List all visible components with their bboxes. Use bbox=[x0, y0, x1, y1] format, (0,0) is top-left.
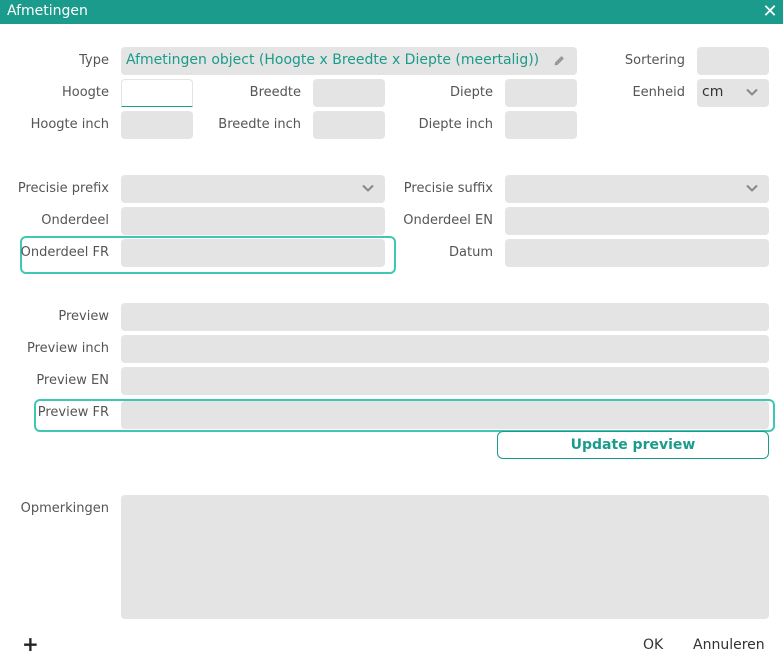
preview-en-field[interactable] bbox=[121, 367, 769, 395]
eenheid-select[interactable]: cm bbox=[697, 79, 769, 107]
annuleren-button[interactable]: Annuleren bbox=[693, 637, 765, 653]
hoogte-inch-label: Hoogte inch bbox=[30, 117, 109, 132]
chevron-down-icon bbox=[746, 184, 758, 192]
onderdeel-label: Onderdeel bbox=[41, 213, 109, 228]
preview-inch-label: Preview inch bbox=[27, 341, 109, 356]
hoogte-label: Hoogte bbox=[61, 85, 109, 100]
chevron-down-icon bbox=[746, 88, 758, 96]
opmerkingen-label: Opmerkingen bbox=[20, 501, 109, 516]
preview-fr-field[interactable] bbox=[121, 401, 769, 429]
window-title: Afmetingen bbox=[7, 3, 88, 19]
diepte-inch-input[interactable] bbox=[505, 111, 577, 139]
hoogte-inch-input[interactable] bbox=[121, 111, 193, 139]
datum-input[interactable] bbox=[505, 239, 769, 267]
type-value: Afmetingen object (Hoogte x Breedte x Di… bbox=[126, 52, 540, 68]
onderdeel-fr-input[interactable] bbox=[121, 239, 385, 267]
update-preview-button[interactable]: Update preview bbox=[497, 431, 769, 459]
diepte-label: Diepte bbox=[450, 85, 493, 100]
breedte-label: Breedte bbox=[249, 85, 301, 100]
onderdeel-en-label: Onderdeel EN bbox=[403, 213, 493, 228]
eenheid-label: Eenheid bbox=[632, 85, 685, 100]
opmerkingen-textarea[interactable] bbox=[121, 495, 769, 619]
datum-label: Datum bbox=[449, 245, 493, 260]
pencil-icon[interactable] bbox=[553, 54, 566, 67]
onderdeel-input[interactable] bbox=[121, 207, 385, 235]
preview-field[interactable] bbox=[121, 303, 769, 331]
precisie-prefix-label: Precisie prefix bbox=[17, 181, 109, 196]
preview-inch-field[interactable] bbox=[121, 335, 769, 363]
diepte-inch-label: Diepte inch bbox=[418, 117, 493, 132]
diepte-input[interactable] bbox=[505, 79, 577, 107]
onderdeel-fr-label: Onderdeel FR bbox=[20, 245, 109, 260]
title-bar: Afmetingen ✕ bbox=[0, 0, 783, 24]
type-field[interactable]: Afmetingen object (Hoogte x Breedte x Di… bbox=[121, 47, 577, 75]
preview-label: Preview bbox=[58, 309, 109, 324]
plus-icon[interactable]: + bbox=[22, 632, 39, 656]
onderdeel-en-input[interactable] bbox=[505, 207, 769, 235]
eenheid-value: cm bbox=[702, 84, 724, 100]
precisie-suffix-label: Precisie suffix bbox=[403, 181, 493, 196]
breedte-inch-input[interactable] bbox=[313, 111, 385, 139]
breedte-input[interactable] bbox=[313, 79, 385, 107]
preview-fr-label: Preview FR bbox=[37, 405, 109, 420]
hoogte-input[interactable] bbox=[121, 79, 193, 107]
precisie-prefix-select[interactable] bbox=[121, 175, 385, 203]
chevron-down-icon bbox=[362, 184, 374, 192]
ok-button[interactable]: OK bbox=[643, 637, 663, 653]
sortering-field[interactable] bbox=[697, 47, 769, 75]
precisie-suffix-select[interactable] bbox=[505, 175, 769, 203]
preview-en-label: Preview EN bbox=[36, 373, 109, 388]
close-icon[interactable]: ✕ bbox=[760, 0, 780, 24]
sortering-label: Sortering bbox=[624, 53, 685, 68]
type-label: Type bbox=[79, 53, 109, 68]
breedte-inch-label: Breedte inch bbox=[218, 117, 301, 132]
